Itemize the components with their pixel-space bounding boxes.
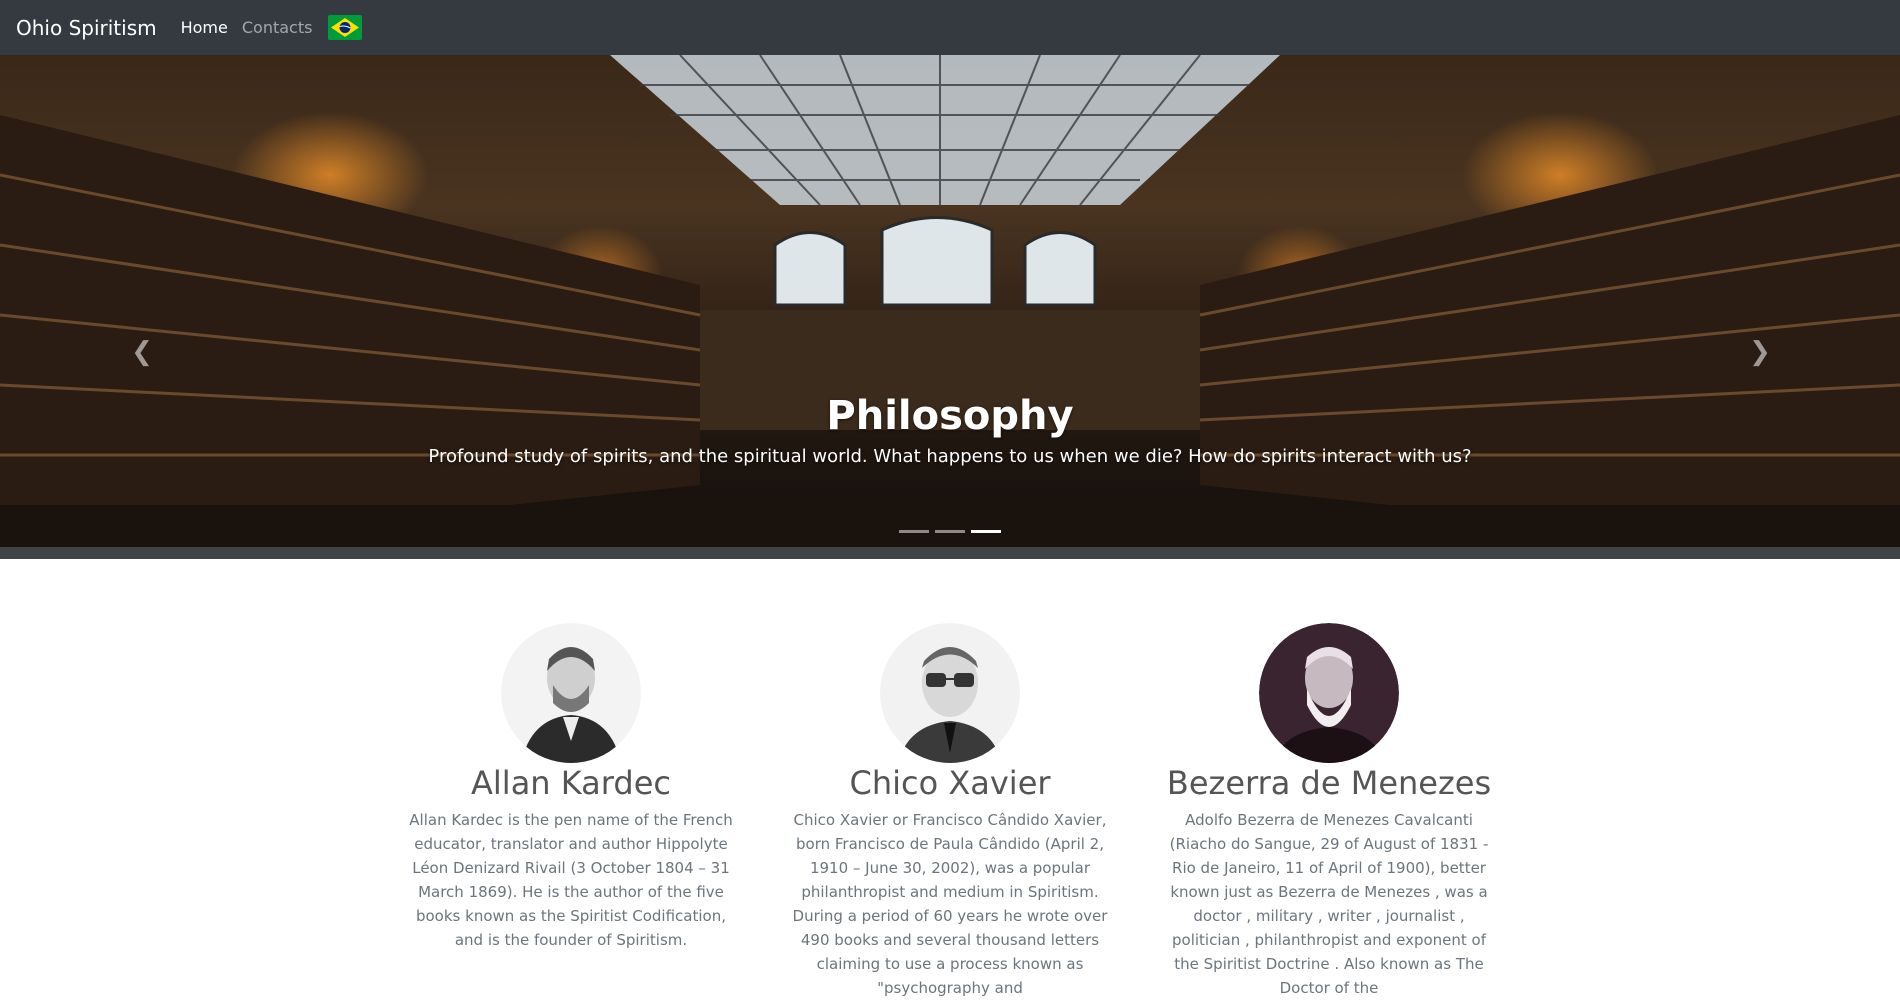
person-bio: Adolfo Bezerra de Menezes Cavalcanti (Ri…: [1169, 811, 1489, 997]
kardec-portrait-image: [501, 623, 641, 763]
carousel-indicator-3[interactable]: [971, 530, 1001, 533]
person-bio: Chico Xavier or Francisco Cândido Xavier…: [792, 811, 1108, 997]
menezes-portrait-image: [1259, 623, 1399, 763]
chevron-right-icon: ❯: [1749, 337, 1771, 367]
hero-carousel: ❮ ❯ Philosophy Profound study of spirits…: [0, 55, 1900, 559]
person-card-xavier: Chico Xavier Chico Xavier or Francisco C…: [786, 623, 1115, 1000]
xavier-portrait-image: [880, 623, 1020, 763]
person-card-menezes: Bezerra de Menezes Adolfo Bezerra de Men…: [1165, 623, 1494, 1000]
nav-home-link[interactable]: Home: [181, 18, 228, 37]
carousel-indicator-2[interactable]: [935, 530, 965, 533]
carousel-indicator-1[interactable]: [899, 530, 929, 533]
carousel-indicators: [0, 530, 1900, 533]
carousel-prev-button[interactable]: ❮: [130, 337, 154, 367]
library-background-image: [0, 55, 1900, 559]
brazil-flag-icon[interactable]: [328, 15, 363, 40]
person-card-kardec: Allan Kardec Allan Kardec is the pen nam…: [407, 623, 736, 1000]
carousel-next-button[interactable]: ❯: [1748, 337, 1772, 367]
navbar: Ohio Spiritism Home Contacts: [0, 0, 1900, 55]
people-section: Allan Kardec Allan Kardec is the pen nam…: [0, 623, 1900, 1000]
person-name: Chico Xavier: [849, 764, 1051, 802]
carousel-caption-text: Profound study of spirits, and the spiri…: [428, 446, 1472, 467]
chevron-left-icon: ❮: [131, 337, 153, 367]
carousel-caption-title: Philosophy: [826, 393, 1074, 439]
brand-link[interactable]: Ohio Spiritism: [16, 16, 157, 40]
person-bio: Allan Kardec is the pen name of the Fren…: [409, 811, 733, 949]
person-name: Bezerra de Menezes: [1166, 764, 1492, 802]
person-name: Allan Kardec: [471, 764, 671, 802]
nav-contacts-link[interactable]: Contacts: [242, 18, 313, 37]
